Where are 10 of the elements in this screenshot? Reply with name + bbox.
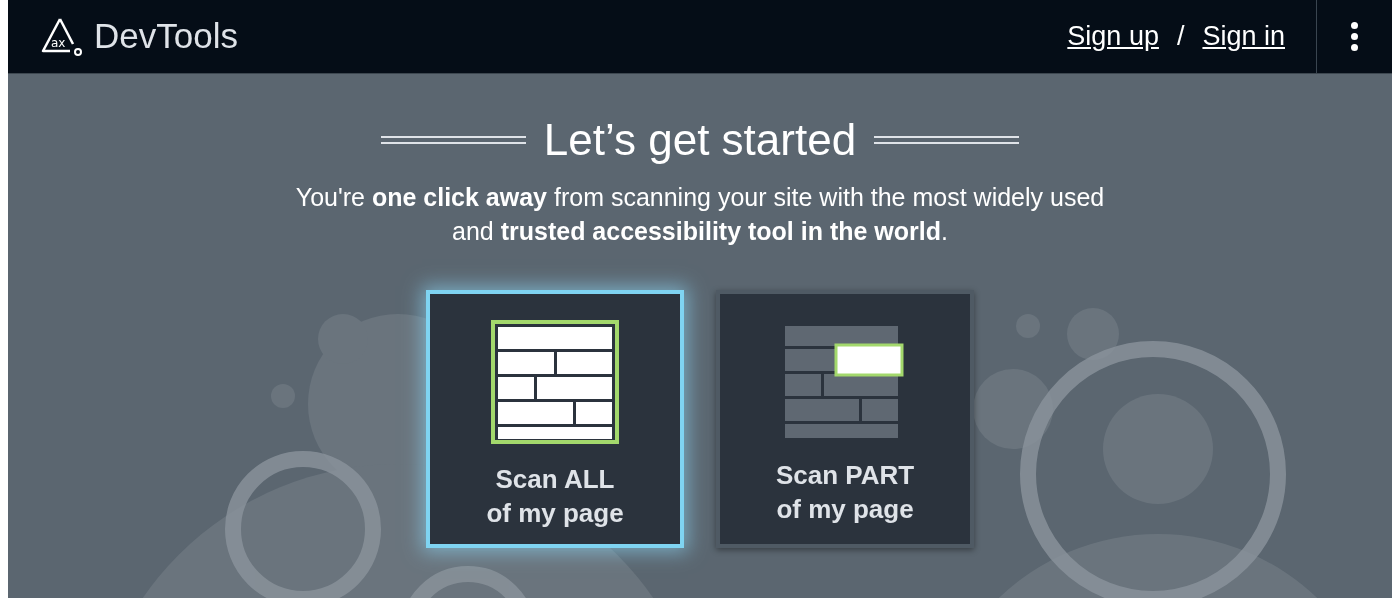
app-title: DevTools: [94, 15, 238, 58]
page-heading: Let’s get started: [543, 114, 857, 166]
sign-in-link[interactable]: Sign in: [1202, 16, 1285, 57]
sign-up-link[interactable]: Sign up: [1067, 16, 1159, 57]
page-layout-icon: [491, 320, 619, 444]
link-separator: /: [1176, 20, 1185, 54]
scan-option-card[interactable]: Scan PART of my page: [716, 290, 974, 548]
intro-text: You're one click away from scanning your site with the most widely used and trusted accessibility tool in the world.: [294, 182, 1106, 247]
scan-option-card[interactable]: Scan ALL of my page: [426, 290, 684, 548]
page-section-icon: [783, 324, 907, 440]
